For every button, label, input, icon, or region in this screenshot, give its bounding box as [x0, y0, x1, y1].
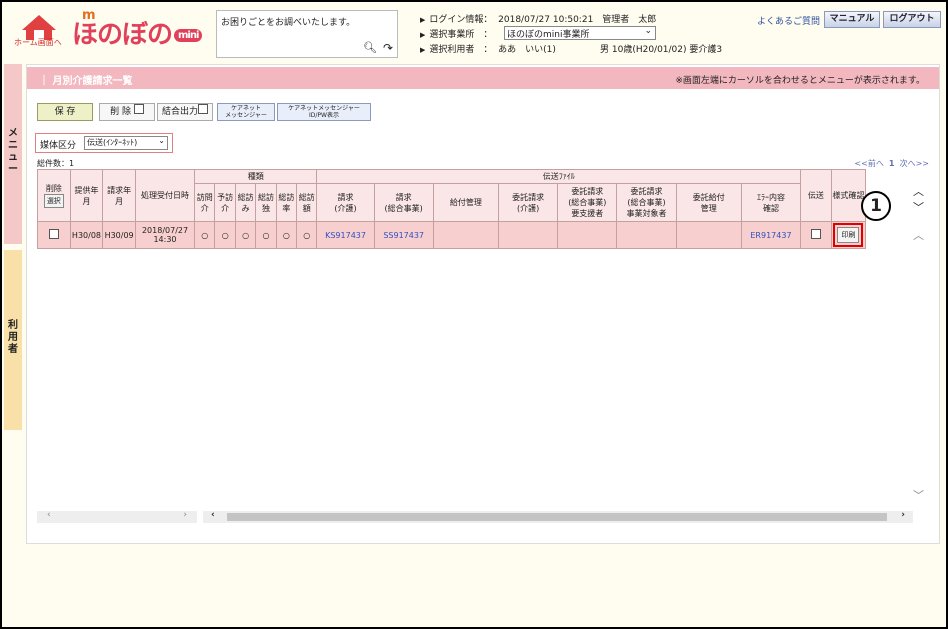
- page-title: ｜ 月別介護請求一覧: [39, 76, 133, 87]
- cell-type: ○: [214, 221, 236, 249]
- header-type: 総訪独: [255, 183, 277, 222]
- search-placeholder: お困りごとをお調べいたします。: [221, 18, 356, 28]
- search-icon[interactable]: 🔍︎: [363, 41, 377, 54]
- error-link[interactable]: ER917437: [750, 231, 791, 240]
- scroll-right-icon: ›: [183, 510, 187, 520]
- media-type-select[interactable]: 伝送(ｲﾝﾀｰﾈｯﾄ) ⌄: [84, 136, 168, 150]
- cell-received: 2018/07/27 14:30: [134, 221, 196, 249]
- header-provide-month: 提供年月: [69, 169, 104, 222]
- header-file: 委託給付 管理: [675, 183, 742, 222]
- horizontal-scrollbar-left[interactable]: ‹ ›: [37, 510, 197, 523]
- scroll-down-icon: ﹀: [913, 201, 924, 214]
- office-select[interactable]: ほのぼのmini事業所 ⌄: [504, 26, 656, 40]
- scroll-left-icon: ‹: [211, 510, 215, 520]
- cell-type: ○: [275, 221, 298, 249]
- header-type: 総訪率: [275, 183, 298, 222]
- header-type: 予訪介: [214, 183, 236, 222]
- header-type-group: 種類: [194, 169, 318, 184]
- header-type: 総訪額: [296, 183, 318, 222]
- header-file: 委託請求 (総合事業) 要支援者: [557, 183, 618, 222]
- select-all-button[interactable]: 選択: [43, 194, 64, 208]
- caremanager-button[interactable]: ケアネット メッセンジャー: [217, 103, 275, 121]
- sidebar-user-tab[interactable]: 利用者: [4, 250, 22, 430]
- send-checkbox[interactable]: [810, 229, 821, 239]
- user-detail: 男 10歳(H20/01/02) 要介護3: [600, 45, 723, 55]
- pager-next[interactable]: 次へ>>: [900, 159, 929, 168]
- app-logo: m ほのぼの mini: [72, 8, 203, 51]
- scroll-left-icon: ‹: [47, 510, 51, 520]
- file-link-general[interactable]: SS917437: [383, 231, 424, 240]
- row-delete-checkbox[interactable]: [48, 229, 59, 239]
- claims-table: 削除 選択 提供年月 請求年月 処理受付日時 種類 伝送ﾌｧｲﾙ 伝送 様式確認 …: [37, 169, 917, 249]
- media-type-box: 媒体区分 伝送(ｲﾝﾀｰﾈｯﾄ) ⌄: [35, 133, 173, 153]
- header-file: 委託請求 (介護): [498, 183, 559, 222]
- manual-button[interactable]: マニュアル: [824, 11, 880, 28]
- pager-prev[interactable]: <<前へ: [854, 159, 883, 168]
- checkbox-icon: [133, 104, 144, 114]
- login-info: ▶ ログイン情報： 2018/07/27 10:50:21 管理者 太郎: [420, 15, 657, 25]
- chevron-down-icon: ⌄: [158, 136, 165, 145]
- print-button[interactable]: 印刷: [833, 223, 864, 247]
- redo-arrow-icon[interactable]: ↷: [383, 41, 393, 55]
- cell-type: ○: [296, 221, 318, 249]
- pager: <<前へ 1 次へ>>: [854, 158, 929, 169]
- save-button[interactable]: 保 存: [37, 103, 93, 121]
- sidebar-menu-tab[interactable]: メニュー: [4, 64, 22, 244]
- home-link[interactable]: ホーム画面へ: [14, 37, 62, 48]
- callout-marker: 1: [861, 191, 891, 221]
- scrollbar-thumb[interactable]: [227, 513, 887, 521]
- scroll-up-icon: ︿: [913, 185, 924, 198]
- pager-current: 1: [888, 159, 895, 168]
- faq-link[interactable]: よくあるご質問: [757, 14, 820, 27]
- cell-type: ○: [194, 221, 216, 249]
- header-type: 訪問介: [194, 183, 216, 222]
- office-label: ▶ 選択事業所 ：: [420, 30, 493, 40]
- cell-claim: H30/09: [102, 221, 136, 249]
- header-file-group: 伝送ﾌｧｲﾙ: [316, 169, 802, 184]
- table-row: H30/08 H30/09 2018/07/27 14:30 ○ ○ ○ ○ ○…: [37, 221, 917, 249]
- header-claim-month: 請求年月: [102, 169, 136, 222]
- help-search-box[interactable]: お困りごとをお調べいたします。 🔍︎ ↷: [216, 10, 398, 58]
- header-file: 請求 (介護): [316, 183, 375, 222]
- header-delete: 削除 選択: [37, 169, 71, 222]
- cell-type: ○: [255, 221, 277, 249]
- cell-provide: H30/08: [69, 221, 104, 249]
- merge-output-button[interactable]: 結合出力: [157, 103, 213, 121]
- vertical-scrollbar[interactable]: ︿ ﹀ ︿ ﹀: [911, 175, 925, 505]
- title-note: ※画面左端にカーソルを合わせるとメニューが表示されます。: [675, 76, 925, 86]
- file-link-care[interactable]: KS917437: [325, 231, 366, 240]
- title-bar: ｜ 月別介護請求一覧 ※画面左端にカーソルを合わせるとメニューが表示されます。: [27, 67, 939, 89]
- header-file: 給付管理: [432, 183, 500, 222]
- main-panel: ｜ 月別介護請求一覧 ※画面左端にカーソルを合わせるとメニューが表示されます。 …: [26, 64, 940, 544]
- scroll-right-icon: ›: [901, 510, 905, 520]
- user-info: ▶ 選択利用者 ： ああ いい(1): [420, 45, 556, 55]
- delete-button[interactable]: 削 除: [99, 103, 155, 121]
- cell-type: ○: [234, 221, 257, 249]
- header-form-check: 様式確認: [830, 169, 867, 222]
- header-file: ｴﾗｰ内容 確認: [740, 183, 802, 222]
- checkbox-icon: [198, 104, 208, 114]
- header-type: 総訪み: [234, 183, 257, 222]
- media-type-label: 媒体区分: [40, 141, 77, 151]
- logout-button[interactable]: ログアウト: [883, 11, 941, 28]
- header-file: 請求 (総合事業): [373, 183, 434, 222]
- header-send: 伝送: [800, 169, 832, 222]
- scroll-up-icon: ︿: [913, 229, 924, 242]
- chevron-down-icon: ⌄: [644, 26, 652, 36]
- header-file: 委託請求 (総合事業) 事業対象者: [616, 183, 677, 222]
- header-received: 処理受付日時: [134, 169, 196, 222]
- total-count: 総件数：1: [37, 159, 75, 168]
- scroll-down-icon: ﹀: [913, 489, 924, 502]
- caremanager-idpw-button[interactable]: ケアネットメッセンジャー ID/PW表示: [277, 103, 371, 121]
